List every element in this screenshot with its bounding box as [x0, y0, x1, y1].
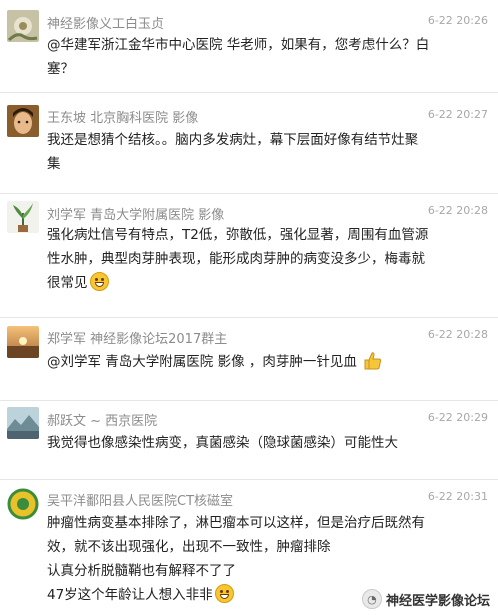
avatar[interactable] — [7, 10, 39, 42]
plant-avatar-icon — [7, 201, 39, 233]
message-line: 强化病灶信号有特点，T2低，弥散低，强化显著，周围有血管源 — [47, 227, 429, 243]
message-line-text: 很常见 — [47, 275, 88, 291]
timestamp: 6-22 20:28 — [427, 204, 488, 217]
message-text: 我觉得也像感染性病变，真菌感染（隐球菌感染）可能性大 — [47, 431, 457, 455]
avatar[interactable] — [7, 326, 39, 358]
message-text: 我还是想猜个结核。。脑内多发病灶，幕下层面好像有结节灶聚 集 — [47, 128, 457, 176]
timestamp: 6-22 20:26 — [427, 14, 488, 27]
sender-name[interactable]: 吴平洋鄱阳县人民医院CT核磁室 — [47, 490, 233, 509]
message-line-text: @刘学军 青岛大学附属医院 影像 ，肉芽肿一针见血 — [47, 354, 357, 370]
chat-message: 神经影像义工白玉贞 6-22 20:26 @华建军浙江金华市中心医院 华老师，如… — [0, 0, 498, 93]
message-line: @刘学军 青岛大学附属医院 影像 ，肉芽肿一针见血 — [47, 350, 457, 374]
message-line: 效，就不该出现强化，出现不一致性，肿瘤排除 — [47, 539, 331, 555]
chat-message: 郑学军 神经影像论坛2017群主 6-22 20:28 @刘学军 青岛大学附属医… — [0, 318, 498, 401]
sender-name[interactable]: 郑学军 神经影像论坛2017群主 — [47, 328, 227, 347]
avatar[interactable] — [7, 201, 39, 233]
message-line: 很常见 — [47, 271, 457, 295]
message-text: @刘学军 青岛大学附属医院 影像 ，肉芽肿一针见血 — [47, 350, 457, 374]
message-line: 我觉得也像感染性病变，真菌感染（隐球菌感染）可能性大 — [47, 435, 398, 451]
timestamp: 6-22 20:28 — [427, 328, 488, 341]
sender-name[interactable]: 郝跃文 ~ 西京医院 — [47, 410, 157, 429]
avatar[interactable] — [7, 407, 39, 439]
message-line: 肿瘤性病变基本排除了，淋巴瘤本可以这样，但是治疗后既然有 — [47, 515, 425, 531]
message-text: 强化病灶信号有特点，T2低，弥散低，强化显著，周围有血管源 性水肿，典型肉芽肿表… — [47, 223, 457, 295]
message-line: 集 — [47, 156, 61, 172]
chat-message: 刘学军 青岛大学附属医院 影像 6-22 20:28 强化病灶信号有特点，T2低… — [0, 194, 498, 318]
watermark: ◔ 神经医学影像论坛 — [361, 589, 490, 609]
portrait-avatar-icon — [7, 105, 39, 137]
chat-message: 郝跃文 ~ 西京医院 6-22 20:29 我觉得也像感染性病变，真菌感染（隐球… — [0, 401, 498, 480]
wechat-icon: ◔ — [361, 589, 382, 609]
message-line: 我还是想猜个结核。。脑内多发病灶，幕下层面好像有结节灶聚 — [47, 132, 419, 148]
sunset-avatar-icon — [7, 326, 39, 358]
message-line-text: 47岁这个年龄让人想入非非 — [47, 587, 213, 603]
avatar[interactable] — [7, 105, 39, 137]
timestamp: 6-22 20:29 — [427, 411, 488, 424]
grin-emoji-icon — [214, 584, 234, 603]
thumbs-up-icon — [364, 352, 382, 370]
timestamp: 6-22 20:27 — [427, 108, 488, 121]
sender-name[interactable]: 王东坡 北京胸科医院 影像 — [47, 107, 198, 126]
sender-name[interactable]: 刘学军 青岛大学附属医院 影像 — [47, 204, 224, 223]
message-line: 认真分析脱髓鞘也有解释不了了 — [47, 563, 236, 579]
message-line: @华建军浙江金华市中心医院 华老师，如果有，您考虑什么？白 — [47, 37, 430, 53]
message-line: 性水肿，典型肉芽肿表现，能形成肉芽肿的病变没多少，梅毒就 — [47, 251, 425, 267]
landscape-avatar-icon — [7, 407, 39, 439]
flower-avatar-icon — [7, 10, 39, 42]
sender-name[interactable]: 神经影像义工白玉贞 — [47, 13, 164, 32]
message-text: @华建军浙江金华市中心医院 华老师，如果有，您考虑什么？白 塞？ — [47, 33, 457, 81]
badge-avatar-icon — [7, 488, 39, 520]
timestamp: 6-22 20:31 — [427, 490, 488, 503]
avatar[interactable] — [7, 488, 39, 520]
message-line: 塞？ — [47, 61, 74, 77]
grin-emoji-icon — [89, 272, 109, 291]
chat-message: 王东坡 北京胸科医院 影像 6-22 20:27 我还是想猜个结核。。脑内多发病… — [0, 93, 498, 194]
watermark-text: 神经医学影像论坛 — [385, 593, 490, 609]
